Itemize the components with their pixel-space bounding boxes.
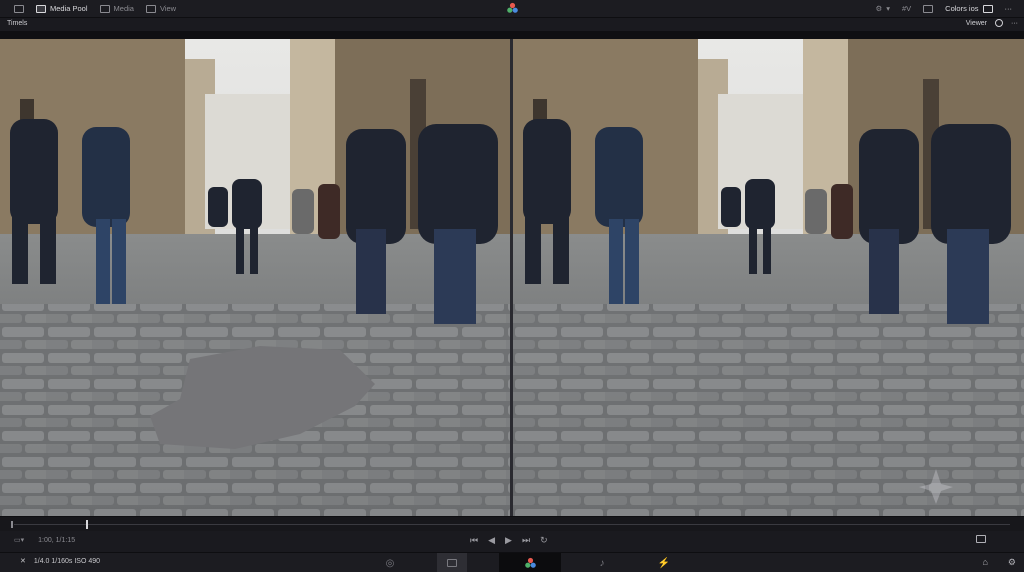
in-point-marker[interactable]: [11, 521, 13, 528]
play-reverse-button[interactable]: ◀: [488, 535, 495, 546]
skip-forward-button[interactable]: ⏭: [522, 535, 530, 546]
color-wheels-icon: [524, 557, 536, 568]
view-label: View: [159, 4, 177, 13]
window-icon: [923, 4, 934, 13]
scrubber-bar[interactable]: [0, 517, 1024, 531]
skip-back-button[interactable]: ⏮: [470, 535, 478, 546]
hash-button[interactable]: #V: [896, 0, 917, 17]
page-navigation-bar: ✕ 1/4.0 1/160s ISO 490 ◎ ♪ ⚡ ⌂ ⚙: [0, 552, 1024, 572]
viewer-label: Viewer: [965, 19, 987, 27]
page-color-button[interactable]: [499, 553, 561, 572]
chevron-down-icon: ▾: [886, 4, 890, 13]
aperture-icon: ◎: [385, 557, 395, 569]
viewer-area: [0, 31, 1024, 517]
loop-button[interactable]: ↻: [540, 535, 548, 546]
media-pool-label: Media Pool: [50, 4, 88, 13]
media-pool-button[interactable]: Media Pool: [30, 0, 94, 17]
project-settings-icon[interactable]: ⚙: [1008, 557, 1016, 568]
view-button[interactable]: View: [140, 0, 182, 17]
target-icon[interactable]: [995, 19, 1003, 27]
audio-icon: ♪: [599, 557, 605, 569]
page-fairlight-button[interactable]: ♪: [587, 553, 617, 572]
window-button[interactable]: [917, 0, 939, 17]
transport-bar: ▭▾ 1:00, 1/1:15 ⏮ ◀ ▶ ⏭ ↻: [0, 531, 1024, 552]
view-icon: [145, 4, 156, 13]
street-scene-result-image: [513, 39, 1024, 516]
media-pool-icon: [36, 4, 46, 13]
timeline-label: Timels: [7, 20, 28, 27]
colors-label: Colors ios: [945, 4, 979, 13]
playhead[interactable]: [86, 520, 88, 529]
list-icon: [982, 4, 993, 13]
app-logo-icon: [507, 2, 518, 13]
page-media-button[interactable]: ◎: [375, 553, 405, 572]
gear-icon: ⚙: [875, 4, 883, 13]
monitor-icon[interactable]: ▭▾: [14, 536, 24, 544]
media-button[interactable]: Media: [94, 0, 140, 17]
masked-patch: [150, 346, 375, 449]
page-cut-button[interactable]: [437, 553, 467, 572]
colors-button[interactable]: Colors ios: [939, 0, 998, 17]
settings-button[interactable]: ⚙ ▾: [869, 0, 896, 17]
hash-label: #V: [901, 4, 912, 13]
cut-icon: [447, 559, 457, 567]
panel-icon: [14, 4, 24, 13]
more-button[interactable]: ···: [999, 0, 1019, 17]
viewer-more-icon[interactable]: ···: [1011, 20, 1018, 27]
media-label: Media: [113, 4, 134, 13]
fullscreen-icon[interactable]: [976, 535, 986, 543]
top-toolbar: Media Pool Media View ⚙ ▾ #V Colors ios: [0, 0, 1024, 17]
folder-icon: [99, 4, 110, 13]
page-deliver-button[interactable]: ⚡: [649, 553, 679, 572]
timecode: 1:00, 1/1:15: [38, 536, 76, 544]
play-button[interactable]: ▶: [505, 535, 512, 546]
panel-toggle-button[interactable]: [8, 0, 30, 17]
tools-icon[interactable]: ✕: [20, 557, 26, 565]
rocket-icon: ⚡: [657, 557, 671, 569]
viewer-header: Timels Viewer ···: [0, 17, 1024, 31]
project-manager-icon[interactable]: ⌂: [982, 557, 987, 568]
viewer-result[interactable]: [513, 39, 1024, 516]
camera-info: 1/4.0 1/160s ISO 490: [33, 557, 101, 565]
more-icon: ···: [1004, 4, 1013, 13]
scrubber-track[interactable]: [14, 524, 1010, 525]
viewer-original[interactable]: [0, 39, 510, 516]
